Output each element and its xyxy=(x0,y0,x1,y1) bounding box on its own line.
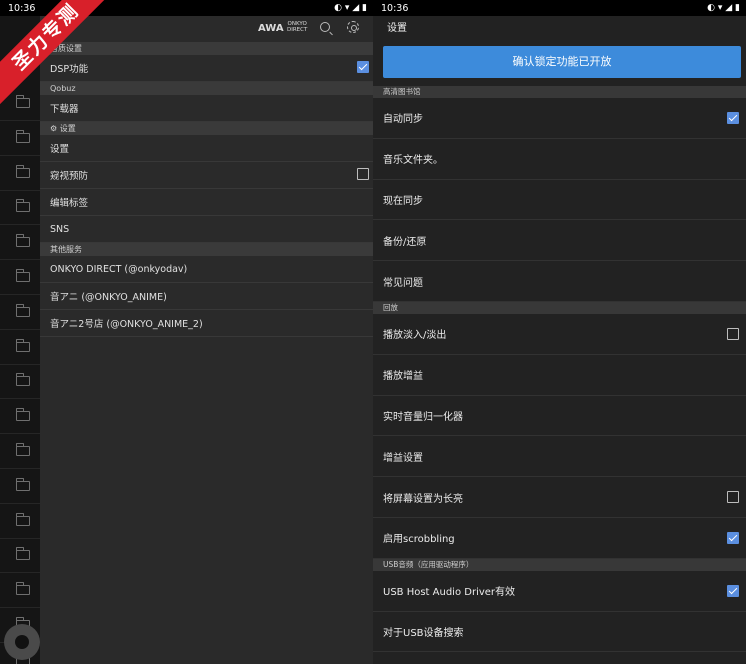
drawer-section-header: 音质设置 xyxy=(40,42,373,55)
settings-item[interactable]: 启用scrobbling xyxy=(373,518,746,559)
drawer-item[interactable]: 窥视预防 xyxy=(40,162,373,189)
settings-item[interactable]: 自动同步 xyxy=(373,98,746,139)
drawer-item-label: 音アニ2号店 (@ONKYO_ANIME_2) xyxy=(50,319,203,330)
drawer-item-label: 窥视预防 xyxy=(50,171,89,182)
drawer-item[interactable]: 下载器 xyxy=(40,95,373,122)
awa-logo[interactable]: AWA xyxy=(258,23,284,34)
settings-item-label: 播放增益 xyxy=(383,371,423,383)
checked-checkbox[interactable] xyxy=(357,61,369,73)
settings-item-label: 实时音量归一化器 xyxy=(383,411,463,423)
drawer-item[interactable]: SNS xyxy=(40,216,373,243)
checked-checkbox[interactable] xyxy=(727,584,739,597)
settings-list: 高清图书馆自动同步音乐文件夹。 现在同步备份/还原常见问题回放播放淡入/淡出 播放增… xyxy=(373,86,746,653)
drawer-toolbar: AWA ONKYO DIRECT xyxy=(40,16,373,42)
navigation-drawer: AWA ONKYO DIRECT 音质设置 DSP功能 Qobuz 下载器 ⚙ 设置设置… xyxy=(40,16,373,664)
settings-item-label: 将屏幕设置为长亮 xyxy=(383,493,463,505)
settings-item[interactable]: 实时音量归一化器 xyxy=(373,396,746,437)
folder-icon xyxy=(16,303,30,317)
folder-icon xyxy=(16,338,30,352)
settings-item-label: 播放淡入/淡出 xyxy=(383,330,447,342)
folder-icon xyxy=(16,95,30,108)
folder-icon xyxy=(16,199,30,213)
settings-item[interactable]: 增益设置 xyxy=(373,436,746,478)
folder-icon xyxy=(16,512,30,526)
now-playing-disc-icon[interactable] xyxy=(4,624,40,660)
confirm-lock-button[interactable]: 确认锁定功能已开放 xyxy=(383,46,741,78)
settings-item-label: 常见问题 xyxy=(383,277,423,289)
settings-item[interactable]: 常见问题 xyxy=(373,261,746,302)
settings-section-header: 回放 xyxy=(373,301,746,314)
checked-checkbox[interactable] xyxy=(727,531,739,544)
folder-icon xyxy=(16,234,30,248)
unchecked-checkbox[interactable] xyxy=(357,168,369,180)
settings-item[interactable]: 播放增益 xyxy=(373,355,746,396)
folder-icon xyxy=(16,269,30,282)
settings-item[interactable]: 播放淡入/淡出 xyxy=(373,314,746,355)
settings-item-label: 音乐文件夹。 xyxy=(383,155,443,167)
folder-icon xyxy=(16,443,30,456)
left-screen: 10:36 ◐ ▾ ◢ ▮ AWA ONKYO DIRECT 音质设置 DSP功能… xyxy=(0,0,373,664)
unchecked-checkbox[interactable] xyxy=(727,327,739,340)
settings-section-header: USB音频（应用驱动程序） xyxy=(373,558,746,571)
folder-icon xyxy=(16,129,30,143)
drawer-section-header: 其他服务 xyxy=(40,243,373,256)
drawer-menu: 音质设置 DSP功能 Qobuz 下载器 ⚙ 设置设置窥视预防编辑标签 SNS 其他服务 ON… xyxy=(40,42,373,337)
unchecked-checkbox[interactable] xyxy=(727,491,739,504)
onkyo-direct-logo[interactable]: ONKYO DIRECT xyxy=(287,21,307,33)
settings-item[interactable]: 现在同步 xyxy=(373,180,746,221)
checked-checkbox[interactable] xyxy=(727,112,739,124)
drawer-item[interactable]: 音アニ (@ONKYO_ANIME) xyxy=(40,283,373,310)
folder-icon xyxy=(16,164,30,178)
onkyo-line2: DIRECT xyxy=(287,27,308,33)
status-time: 10:36 xyxy=(8,2,36,14)
folder-icon xyxy=(16,408,30,422)
settings-item[interactable]: 对于USB设备搜索 xyxy=(373,612,746,653)
settings-item-label: 对于USB设备搜索 xyxy=(383,627,464,639)
drawer-item-label: ONKYO DIRECT (@onkyodav) xyxy=(50,263,188,275)
settings-item-label: 现在同步 xyxy=(383,195,423,207)
folder-icon xyxy=(16,582,30,596)
status-icons: ◐ ▾ ◢ ▮ xyxy=(707,3,740,13)
drawer-item-label: 设置 xyxy=(50,144,70,155)
settings-item-label: 增益设置 xyxy=(383,452,423,464)
status-icons: ◐ ▾ ◢ ▮ xyxy=(334,3,367,13)
drawer-item[interactable]: DSP功能 xyxy=(40,55,373,82)
settings-item[interactable]: 音乐文件夹。 xyxy=(373,139,746,180)
drawer-item-label: DSP功能 xyxy=(50,64,89,75)
drawer-section-header: ⚙ 设置 xyxy=(40,122,373,135)
folder-icon xyxy=(16,373,30,387)
search-icon[interactable] xyxy=(320,22,330,32)
gear-icon[interactable] xyxy=(347,21,359,33)
right-screen: 10:36 ◐ ▾ ◢ ▮ 设置 确认锁定功能已开放 高清图书馆自动同步音乐文件… xyxy=(373,0,746,664)
drawer-item-label: 下载器 xyxy=(50,104,79,115)
settings-item-label: 备份/还原 xyxy=(383,236,427,248)
drawer-item-label: SNS xyxy=(50,223,70,235)
folder-icon xyxy=(16,477,30,491)
page-title: 设置 xyxy=(387,23,407,34)
settings-item[interactable]: USB Host Audio Driver有效 xyxy=(373,571,746,612)
drawer-item[interactable]: 编辑标签 xyxy=(40,189,373,216)
settings-item[interactable]: 备份/还原 xyxy=(373,220,746,262)
drawer-item[interactable]: ONKYO DIRECT (@onkyodav) xyxy=(40,256,373,283)
folder-icon xyxy=(16,547,30,561)
settings-item-label: 启用scrobbling xyxy=(383,534,455,546)
settings-item[interactable]: 将屏幕设置为长亮 xyxy=(373,477,746,518)
drawer-item[interactable]: 设置 xyxy=(40,135,373,162)
settings-item-label: USB Host Audio Driver有效 xyxy=(383,587,516,599)
status-bar: 10:36 ◐ ▾ ◢ ▮ xyxy=(373,0,746,16)
settings-item-label: 自动同步 xyxy=(383,114,423,126)
drawer-item-label: 编辑标签 xyxy=(50,198,89,209)
status-time: 10:36 xyxy=(381,2,409,14)
drawer-item-label: 音アニ (@ONKYO_ANIME) xyxy=(50,292,167,303)
drawer-section-header: Qobuz xyxy=(40,82,373,95)
settings-section-header: 高清图书馆 xyxy=(373,86,746,98)
drawer-item[interactable]: 音アニ2号店 (@ONKYO_ANIME_2) xyxy=(40,310,373,337)
